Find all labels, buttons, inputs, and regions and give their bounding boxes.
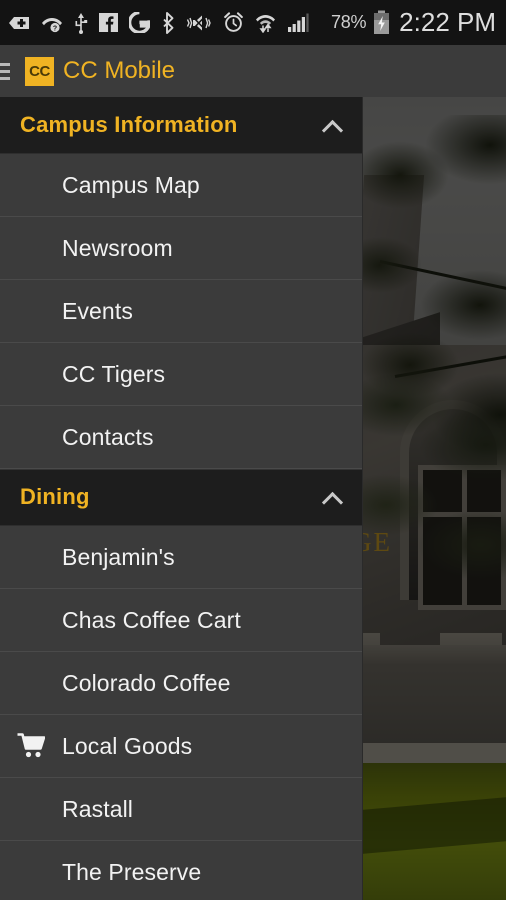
menu-item-label: CC Tigers [62, 360, 166, 387]
menu-item-newsroom[interactable]: Newsroom [0, 217, 362, 281]
menu-item-label: The Preserve [62, 858, 202, 885]
chevron-up-icon[interactable] [322, 118, 344, 132]
svg-text:?: ? [53, 25, 57, 32]
status-bar: ? 78% 2:22 PM [0, 0, 506, 45]
menu-item-colorado-coffee[interactable]: Colorado Coffee [0, 652, 362, 716]
menu-item-label: Rastall [62, 795, 134, 822]
section-title: Campus Information [20, 112, 238, 137]
section-header-campus-information[interactable]: Campus Information [0, 97, 362, 154]
menu-item-events[interactable]: Events [0, 280, 362, 344]
cellular-signal-icon [288, 13, 309, 32]
status-icons-left: ? [8, 11, 309, 34]
menu-item-label: Chas Coffee Cart [62, 606, 241, 633]
alarm-icon [224, 12, 243, 32]
menu-item-label: Newsroom [62, 234, 173, 261]
facebook-icon [99, 13, 118, 32]
page-title: CC Mobile [63, 57, 176, 84]
mute-vibrate-icon [186, 15, 211, 30]
menu-item-icon-slot [0, 733, 62, 759]
section-title: Dining [20, 484, 90, 509]
menu-item-cc-tigers[interactable]: CC Tigers [0, 343, 362, 407]
app-bar: CC CC Mobile [0, 45, 506, 97]
wifi-question-icon: ? [42, 17, 62, 32]
shopping-cart-icon [17, 733, 45, 758]
clock-label: 2:22 PM [399, 7, 496, 37]
menu-item-label: Campus Map [62, 171, 200, 198]
usb-icon [75, 12, 88, 34]
hamburger-bar-3 [0, 76, 10, 80]
battery-charging-icon [374, 10, 390, 34]
app-logo: CC [25, 56, 54, 86]
battery-percent-label: 78% [331, 12, 367, 32]
chevron-up-icon[interactable] [322, 490, 344, 504]
hamburger-bar-1 [0, 62, 10, 66]
menu-item-local-goods[interactable]: Local Goods [0, 715, 362, 779]
menu-item-contacts[interactable]: Contacts [0, 406, 362, 470]
menu-item-benjamins[interactable]: Benjamin's [0, 526, 362, 590]
hamburger-menu-icon[interactable] [0, 45, 12, 97]
navigation-drawer[interactable]: Campus Information Campus Map Newsroom E… [0, 97, 363, 900]
status-right: 78% 2:22 PM [331, 7, 496, 38]
add-tag-icon [9, 16, 29, 29]
menu-item-rastall[interactable]: Rastall [0, 778, 362, 842]
menu-item-label: Events [62, 297, 133, 324]
bluetooth-icon [163, 11, 174, 34]
menu-item-label: Colorado Coffee [62, 669, 231, 696]
google-icon [129, 12, 150, 33]
menu-item-label: Local Goods [62, 732, 193, 759]
menu-item-the-preserve[interactable]: The Preserve [0, 841, 362, 900]
menu-item-label: Benjamin's [62, 543, 175, 570]
menu-item-campus-map[interactable]: Campus Map [0, 154, 362, 218]
phone-screen: GE ? [0, 0, 506, 900]
menu-item-chas-coffee-cart[interactable]: Chas Coffee Cart [0, 589, 362, 653]
wifi-transfer-icon [256, 15, 275, 33]
hamburger-bar-2 [0, 69, 10, 73]
menu-item-label: Contacts [62, 423, 154, 450]
section-header-dining[interactable]: Dining [0, 469, 362, 526]
